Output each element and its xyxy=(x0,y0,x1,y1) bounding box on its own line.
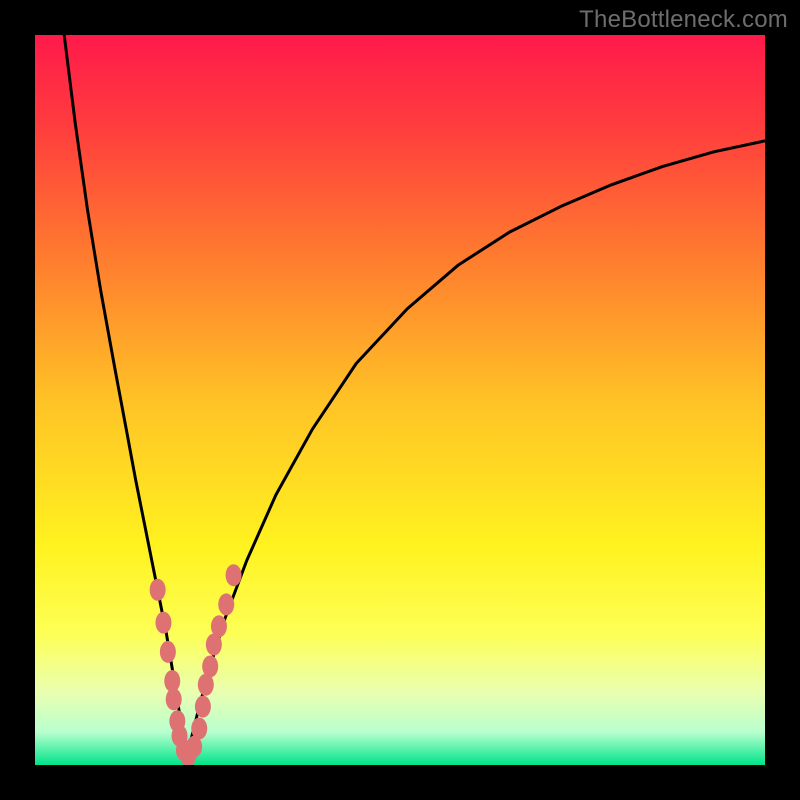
marker-right-cluster xyxy=(191,718,207,740)
marker-right-cluster xyxy=(226,564,242,586)
marker-left-cluster xyxy=(160,641,176,663)
chart-frame: TheBottleneck.com xyxy=(0,0,800,800)
plot-area xyxy=(35,35,765,765)
watermark-label: TheBottleneck.com xyxy=(579,6,788,34)
marker-right-cluster xyxy=(218,593,234,615)
marker-right-cluster xyxy=(202,655,218,677)
marker-right-cluster xyxy=(195,696,211,718)
marker-right-cluster xyxy=(211,615,227,637)
marker-left-cluster xyxy=(150,579,166,601)
marker-left-cluster xyxy=(155,612,171,634)
marker-left-cluster xyxy=(166,688,182,710)
series-right-branch xyxy=(187,141,765,758)
curve-layer xyxy=(35,35,765,765)
